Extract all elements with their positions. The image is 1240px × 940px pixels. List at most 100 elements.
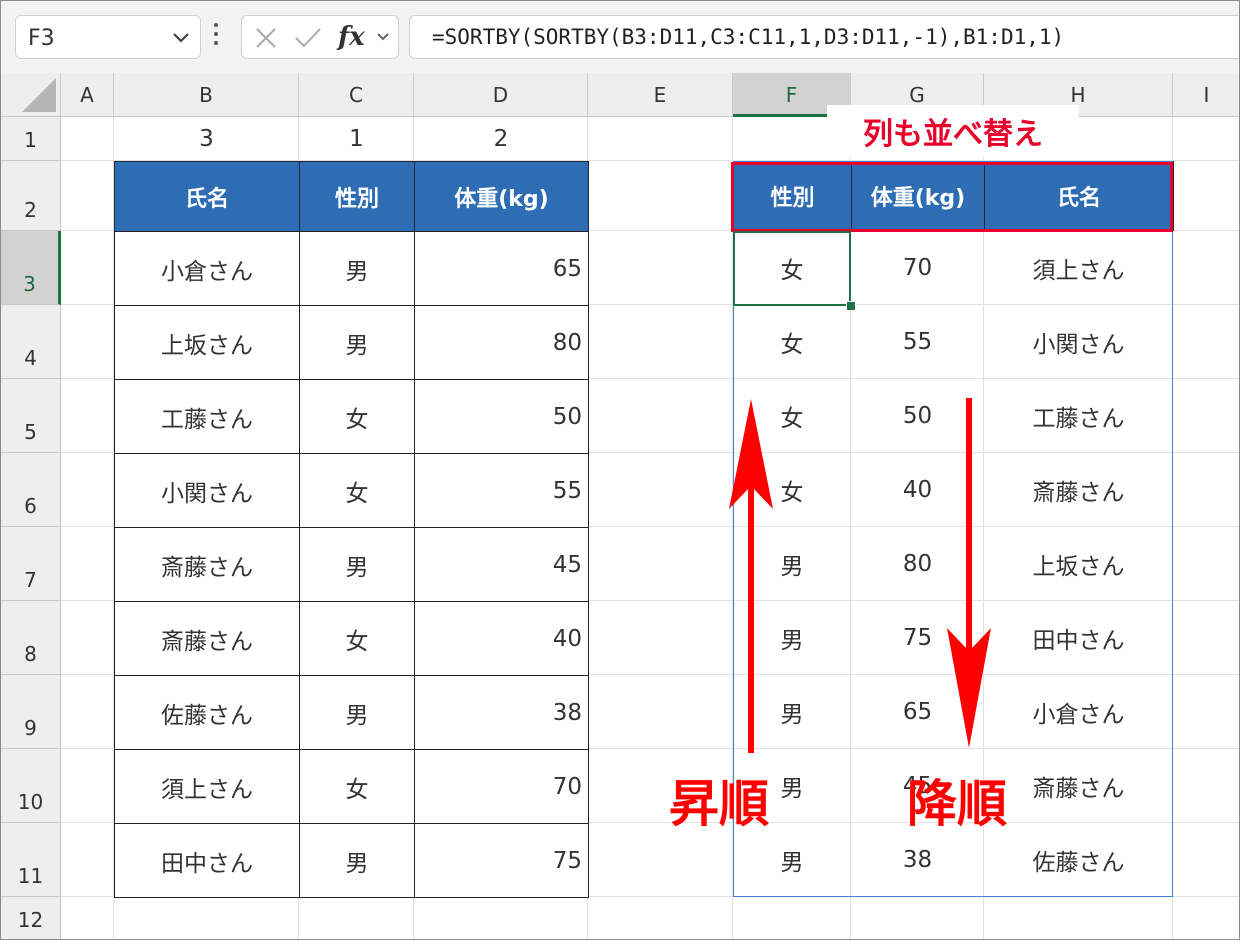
- source-data-cell[interactable]: 70: [414, 749, 589, 824]
- source-data-cell[interactable]: 65: [414, 231, 589, 306]
- column-header-b[interactable]: B: [114, 73, 299, 117]
- source-data-cell[interactable]: 田中さん: [114, 823, 300, 898]
- name-box-value: F3: [28, 26, 55, 51]
- select-all-button[interactable]: [1, 73, 61, 117]
- result-header-cell[interactable]: 性別: [733, 161, 852, 231]
- up-arrow-icon: [729, 399, 773, 753]
- sort-order-cell[interactable]: 3: [114, 117, 299, 161]
- source-data-cell[interactable]: 38: [414, 675, 589, 750]
- source-data-cell[interactable]: 男: [299, 675, 415, 750]
- excel-window: F3 fx =SORTBY(SORTBY(B3:D11,C3:C11,1,D3:…: [0, 0, 1240, 940]
- source-data-cell[interactable]: 男: [299, 305, 415, 380]
- row-header-8[interactable]: 8: [1, 601, 61, 675]
- source-data-cell[interactable]: 80: [414, 305, 589, 380]
- more-options-icon[interactable]: [213, 23, 219, 49]
- source-data-cell[interactable]: 女: [299, 379, 415, 454]
- source-data-cell[interactable]: 上坂さん: [114, 305, 300, 380]
- row-number: 6: [24, 494, 37, 518]
- source-data-cell[interactable]: 男: [299, 527, 415, 602]
- row-header-1[interactable]: 1: [1, 117, 61, 161]
- result-data-cell[interactable]: 田中さん: [984, 601, 1173, 675]
- result-data-cell[interactable]: 工藤さん: [984, 379, 1173, 453]
- source-data-cell[interactable]: 男: [299, 823, 415, 898]
- source-header-cell[interactable]: 氏名: [114, 161, 300, 232]
- row-header-7[interactable]: 7: [1, 527, 61, 601]
- source-header-cell[interactable]: 体重(kg): [414, 161, 589, 232]
- result-data-cell[interactable]: 須上さん: [984, 231, 1173, 305]
- row-number: 10: [17, 790, 44, 814]
- name-box[interactable]: F3: [15, 15, 201, 59]
- source-data-cell[interactable]: 須上さん: [114, 749, 300, 824]
- row-number: 5: [24, 420, 37, 444]
- result-data-cell[interactable]: 55: [851, 305, 984, 379]
- row-number: 4: [24, 346, 37, 370]
- source-data-cell[interactable]: 小関さん: [114, 453, 300, 528]
- row-header-5[interactable]: 5: [1, 379, 61, 453]
- confirm-icon[interactable]: [294, 26, 322, 50]
- row-number: 7: [24, 568, 37, 592]
- row-header-4[interactable]: 4: [1, 305, 61, 379]
- source-data-cell[interactable]: 55: [414, 453, 589, 528]
- result-data-cell[interactable]: 上坂さん: [984, 527, 1173, 601]
- formula-text: =SORTBY(SORTBY(B3:D11,C3:C11,1,D3:D11,-1…: [432, 25, 1065, 49]
- result-data-cell[interactable]: 女: [733, 305, 851, 379]
- sort-order-cell[interactable]: 1: [299, 117, 414, 161]
- source-data-cell[interactable]: 佐藤さん: [114, 675, 300, 750]
- column-header-c[interactable]: C: [299, 73, 414, 117]
- row-number: 12: [17, 908, 44, 932]
- result-data-cell[interactable]: 佐藤さん: [984, 823, 1173, 897]
- cancel-icon[interactable]: [254, 26, 278, 50]
- row-header-12[interactable]: 12: [1, 897, 61, 939]
- formula-controls: fx: [241, 15, 399, 59]
- source-header-cell[interactable]: 性別: [299, 161, 415, 232]
- row-header-10[interactable]: 10: [1, 749, 61, 823]
- source-data-cell[interactable]: 男: [299, 231, 415, 306]
- row-number: 8: [24, 642, 37, 666]
- row-header-6[interactable]: 6: [1, 453, 61, 527]
- formula-input[interactable]: =SORTBY(SORTBY(B3:D11,C3:C11,1,D3:D11,-1…: [409, 15, 1239, 59]
- source-data-cell[interactable]: 斎藤さん: [114, 601, 300, 676]
- source-data-cell[interactable]: 75: [414, 823, 589, 898]
- result-data-cell[interactable]: 女: [733, 231, 851, 305]
- result-header-cell[interactable]: 氏名: [984, 161, 1174, 231]
- result-data-cell[interactable]: 斎藤さん: [984, 749, 1173, 823]
- row-number: 3: [23, 272, 36, 296]
- row-number: 9: [24, 716, 37, 740]
- result-header-cell[interactable]: 体重(kg): [851, 161, 985, 231]
- source-data-cell[interactable]: 45: [414, 527, 589, 602]
- source-data-cell[interactable]: 小倉さん: [114, 231, 300, 306]
- column-header-d[interactable]: D: [414, 73, 588, 117]
- result-data-cell[interactable]: 70: [851, 231, 984, 305]
- result-data-cell[interactable]: 斎藤さん: [984, 453, 1173, 527]
- row-number: 11: [17, 864, 44, 888]
- column-sort-annotation: 列も並べ替え: [827, 105, 1079, 157]
- source-data-cell[interactable]: 女: [299, 749, 415, 824]
- column-header-e[interactable]: E: [588, 73, 733, 117]
- column-header-a[interactable]: A: [61, 73, 114, 117]
- descending-label: 降順: [907, 775, 1007, 833]
- chevron-down-icon[interactable]: [376, 32, 390, 42]
- source-data-cell[interactable]: 40: [414, 601, 589, 676]
- row-number: 1: [24, 128, 37, 152]
- row-header-3[interactable]: 3: [1, 231, 61, 305]
- source-data-cell[interactable]: 女: [299, 601, 415, 676]
- result-data-cell[interactable]: 男: [733, 823, 851, 897]
- result-data-cell[interactable]: 38: [851, 823, 984, 897]
- row-header-9[interactable]: 9: [1, 675, 61, 749]
- column-header-i[interactable]: I: [1173, 73, 1239, 117]
- source-data-cell[interactable]: 工藤さん: [114, 379, 300, 454]
- down-arrow-icon: [947, 398, 991, 748]
- source-data-cell[interactable]: 女: [299, 453, 415, 528]
- row-header-11[interactable]: 11: [1, 823, 61, 897]
- insert-function-button[interactable]: fx: [338, 22, 365, 52]
- formula-bar: F3 fx =SORTBY(SORTBY(B3:D11,C3:C11,1,D3:…: [1, 1, 1239, 73]
- sort-order-cell[interactable]: 2: [414, 117, 588, 161]
- fill-handle[interactable]: [846, 301, 856, 311]
- result-data-cell[interactable]: 小倉さん: [984, 675, 1173, 749]
- source-data-cell[interactable]: 斎藤さん: [114, 527, 300, 602]
- chevron-down-icon[interactable]: [172, 32, 190, 44]
- row-header-2[interactable]: 2: [1, 161, 61, 231]
- source-data-cell[interactable]: 50: [414, 379, 589, 454]
- ascending-label: 昇順: [669, 775, 769, 833]
- result-data-cell[interactable]: 小関さん: [984, 305, 1173, 379]
